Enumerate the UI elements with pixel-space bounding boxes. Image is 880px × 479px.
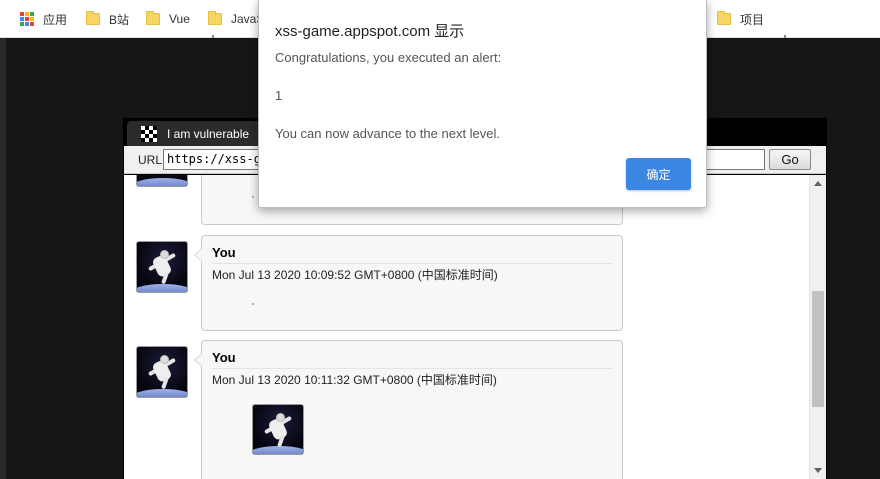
folder-icon	[146, 11, 160, 25]
go-button[interactable]: Go	[769, 149, 811, 170]
astronaut-image	[252, 404, 304, 455]
post-date: Mon Jul 13 2020 10:09:52 GMT+0800 (中国标准时…	[212, 268, 498, 282]
dialog-title: xss-game.appspot.com 显示	[275, 23, 465, 40]
folder-icon	[208, 11, 222, 25]
bookmark-bilibili[interactable]: B站	[86, 11, 129, 27]
post-bubble: You Mon Jul 13 2020 10:09:52 GMT+0800 (中…	[194, 235, 623, 331]
alert-dialog: xss-game.appspot.com 显示 Congratulations,…	[258, 0, 707, 208]
folder-icon	[717, 11, 731, 25]
checkered-flag-icon	[141, 125, 157, 142]
astronaut-avatar	[136, 241, 188, 293]
scroll-down-arrow-icon[interactable]	[814, 468, 822, 473]
bookmark-label: 项目	[740, 12, 765, 27]
scroll-up-arrow-icon[interactable]	[814, 181, 822, 186]
url-label: URL	[138, 153, 163, 167]
astronaut-avatar	[136, 346, 188, 398]
bookmark-projects[interactable]: 项目	[717, 11, 764, 27]
bookmark-vue[interactable]: Vue	[146, 11, 190, 27]
page-edge	[0, 38, 6, 479]
folder-icon	[86, 11, 100, 25]
dialog-alert-value: 1	[275, 88, 283, 103]
astronaut-avatar	[136, 175, 188, 187]
scrollbar-thumb[interactable]	[812, 291, 824, 407]
post-list: You Mon Jul 13 2020 10:09:52 GMT+0800 (中…	[124, 175, 809, 479]
bookmark-label: Vue	[169, 12, 190, 26]
bookmark-label: B站	[109, 12, 130, 27]
ok-button[interactable]: 确定	[626, 158, 691, 190]
dialog-message: Congratulations, you executed an alert:	[275, 50, 502, 65]
post-date: Mon Jul 13 2020 10:11:32 GMT+0800 (中国标准时…	[212, 373, 497, 387]
frame-tab-title: I am vulnerable	[167, 126, 250, 141]
post-author: You	[212, 245, 236, 260]
bookmark-apps[interactable]: 应用	[20, 11, 67, 27]
bookmark-javascript[interactable]: JavaS	[208, 11, 264, 27]
scrollbar[interactable]	[809, 175, 826, 479]
apps-grid-icon	[20, 12, 34, 26]
post-bubble: You Mon Jul 13 2020 10:11:32 GMT+0800 (中…	[194, 340, 623, 479]
dialog-next-level-message: You can now advance to the next level.	[275, 126, 501, 141]
post-author: You	[212, 350, 236, 365]
bookmark-label: 应用	[43, 12, 68, 27]
